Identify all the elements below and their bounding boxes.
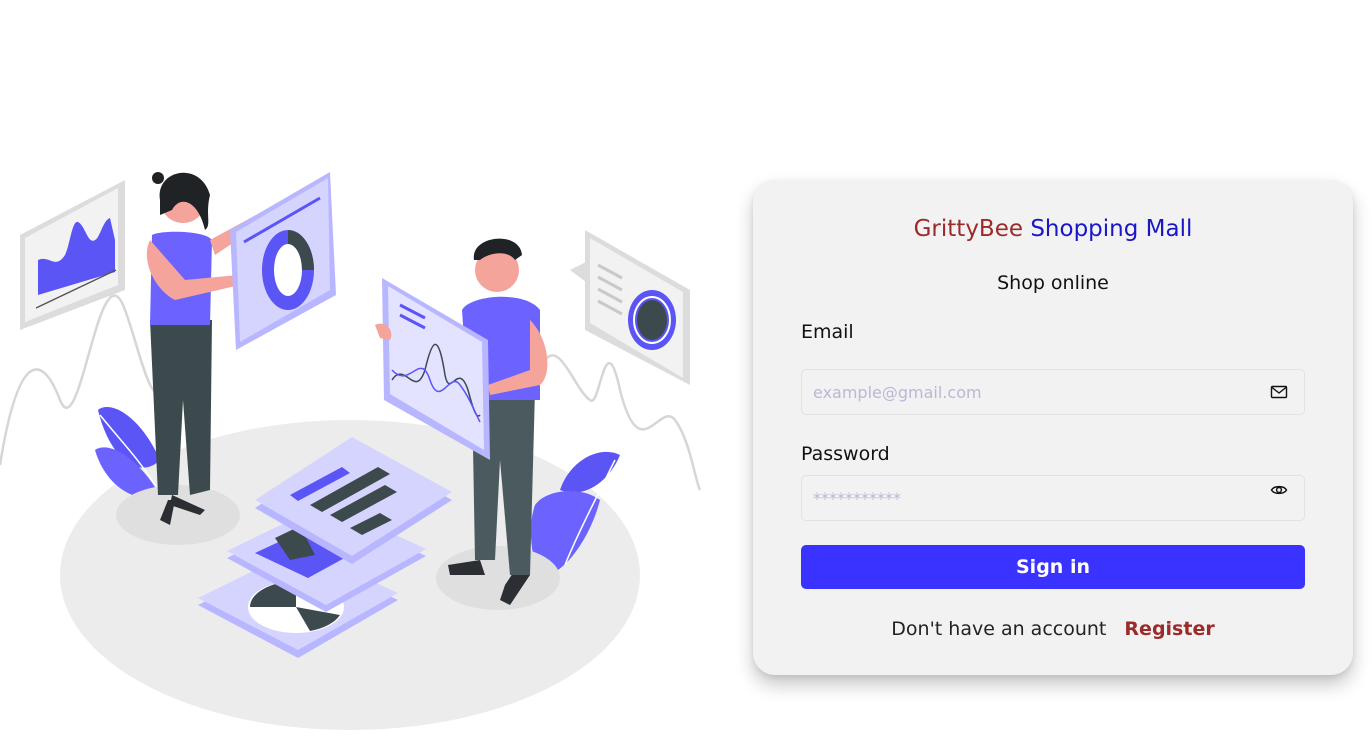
page-subtitle: Shop online (997, 272, 1109, 294)
floating-donut-panel (570, 230, 690, 385)
eye-icon[interactable] (1270, 481, 1288, 499)
data-analysis-illustration (0, 172, 702, 730)
donut-chart-panel (230, 172, 336, 350)
sign-in-button[interactable]: Sign in (801, 545, 1305, 589)
app-title: GrittyBee Shopping Mall (753, 216, 1353, 242)
plant-left (95, 407, 160, 498)
no-account-text: Don't have an account (891, 618, 1107, 640)
register-link[interactable]: Register (1124, 618, 1214, 640)
hero-illustration (0, 160, 710, 741)
mail-icon (1270, 385, 1288, 399)
app-title-brand: GrittyBee (913, 216, 1024, 242)
email-input[interactable] (802, 370, 1242, 414)
app-title-mall: Shopping Mall (1030, 216, 1193, 242)
register-prompt: Don't have an account Register (753, 618, 1353, 640)
email-field-container (801, 369, 1305, 415)
password-field-container (801, 475, 1305, 521)
password-label: Password (801, 443, 890, 465)
floating-chart-panel (20, 180, 125, 330)
login-card: GrittyBee Shopping Mall Shop online Emai… (753, 180, 1353, 675)
password-input[interactable] (802, 476, 1242, 520)
email-label: Email (801, 321, 854, 343)
